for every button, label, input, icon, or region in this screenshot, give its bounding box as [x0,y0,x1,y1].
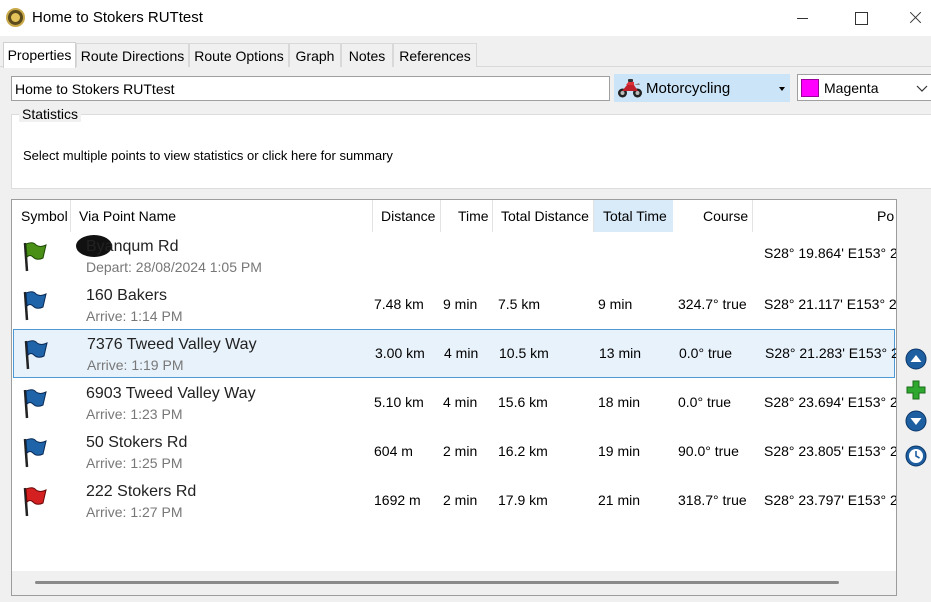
header-total-time[interactable]: Total Time [594,200,673,232]
total-distance-cell: 7.5 km [498,296,541,312]
course-cell: 0.0° true [678,394,732,410]
tab-graph[interactable]: Graph [289,43,341,67]
via-point-name: 50 Stokers Rd [86,434,188,451]
blue-flag-icon [24,340,48,370]
time-cell: 4 min [444,345,479,361]
maximize-button[interactable] [838,0,884,36]
header-distance[interactable]: Distance [373,200,441,232]
course-cell: 324.7° true [678,296,747,312]
course-cell: 318.7° true [678,492,747,508]
tab-properties[interactable]: Properties [3,42,76,68]
window-title: Home to Stokers RUTtest [32,9,203,26]
total-time-cell: 9 min [598,296,633,312]
tab-route-directions[interactable]: Route Directions [76,43,189,67]
tab-references[interactable]: References [393,43,477,67]
dropdown-arrow-icon [779,87,785,91]
via-point-name: 160 Bakers [86,287,167,304]
table-row[interactable]: 222 Stokers Rd Arrive: 1:27 PM 1692 m 2 … [12,477,896,526]
total-distance-cell: 16.2 km [498,443,548,459]
header-via-point-name[interactable]: Via Point Name [71,200,373,232]
transport-mode-label: Motorcycling [646,80,731,97]
via-point-time: Arrive: 1:25 PM [86,455,183,471]
position-cell: S28° 23.694' E153° 25 [764,394,897,410]
position-cell: S28° 23.805' E153° 25 [764,443,897,459]
position-cell: S28° 19.864' E153° 22 [764,245,897,261]
statistics-legend: Statistics [19,106,82,122]
move-up-icon[interactable] [905,348,927,370]
header-position[interactable]: Po [753,200,896,232]
via-point-name: 6903 Tweed Valley Way [86,385,256,402]
motorcycle-icon [618,79,642,98]
blue-flag-icon [23,291,47,321]
app-logo-icon [6,8,25,27]
statistics-summary-link[interactable]: Select multiple points to view statistic… [23,148,393,163]
distance-cell: 5.10 km [374,394,424,410]
total-time-cell: 18 min [598,394,641,410]
add-via-point-icon[interactable] [905,379,927,401]
total-time-cell: 19 min [598,443,641,459]
course-cell: 0.0° true [679,345,733,361]
header-time[interactable]: Time [441,200,493,232]
time-cell: 2 min [443,492,478,508]
table-row[interactable]: 50 Stokers Rd Arrive: 1:25 PM 604 m 2 mi… [12,428,896,477]
scrollbar-thumb[interactable] [35,581,839,584]
distance-cell: 1692 m [374,492,421,508]
move-down-icon[interactable] [905,410,927,432]
close-button[interactable] [896,0,931,36]
tab-route-options[interactable]: Route Options [189,43,289,67]
red-flag-icon [23,487,47,517]
table-row[interactable]: Byanqum Rd Depart: 28/08/2024 1:05 PM S2… [12,232,896,281]
route-name-input[interactable] [11,76,610,101]
title-bar: Home to Stokers RUTtest [0,0,931,36]
time-cell: 9 min [443,296,478,312]
distance-cell: 604 m [374,443,413,459]
position-cell: S28° 21.117' E153° 23 [764,296,897,312]
route-color-label: Magenta [824,80,879,96]
position-cell: S28° 21.283' E153° 24 [765,345,897,361]
distance-cell: 7.48 km [374,296,424,312]
course-cell: 90.0° true [678,443,739,459]
via-point-time: Arrive: 1:23 PM [86,406,183,422]
total-time-cell: 21 min [598,492,641,508]
header-course[interactable]: Course [673,200,753,232]
via-point-time: Arrive: 1:14 PM [86,308,183,324]
color-swatch [801,79,819,97]
via-point-time: Arrive: 1:27 PM [86,504,183,520]
total-distance-cell: 17.9 km [498,492,548,508]
table-row[interactable]: 160 Bakers Arrive: 1:14 PM 7.48 km 9 min… [12,281,896,330]
total-distance-cell: 15.6 km [498,394,548,410]
chevron-down-icon [916,85,928,92]
green-flag-icon [23,242,47,272]
tab-notes[interactable]: Notes [341,43,393,67]
time-cell: 4 min [443,394,478,410]
distance-cell: 3.00 km [375,345,425,361]
via-point-time: Depart: 28/08/2024 1:05 PM [86,259,262,275]
table-row[interactable]: 6903 Tweed Valley Way Arrive: 1:23 PM 5.… [12,379,896,428]
total-distance-cell: 10.5 km [499,345,549,361]
via-point-table: Symbol Via Point Name Distance Time Tota… [11,199,897,596]
via-point-name: Byanqum Rd [86,238,179,255]
transport-mode-dropdown[interactable]: Motorcycling [614,74,790,102]
total-time-cell: 13 min [599,345,642,361]
via-point-time: Arrive: 1:19 PM [87,357,184,373]
header-symbol[interactable]: Symbol [12,200,71,232]
route-color-dropdown[interactable]: Magenta [797,74,931,101]
blue-flag-icon [23,389,47,419]
blue-flag-icon [23,438,47,468]
minimize-button[interactable] [780,0,826,36]
via-point-name: 222 Stokers Rd [86,483,197,500]
table-row-selected[interactable]: 7376 Tweed Valley Way Arrive: 1:19 PM 3.… [13,329,897,378]
clock-icon[interactable] [905,445,927,467]
time-cell: 2 min [443,443,478,459]
via-point-name: 7376 Tweed Valley Way [87,336,257,353]
position-cell: S28° 23.797' E153° 24 [764,492,897,508]
header-total-distance[interactable]: Total Distance [493,200,594,232]
